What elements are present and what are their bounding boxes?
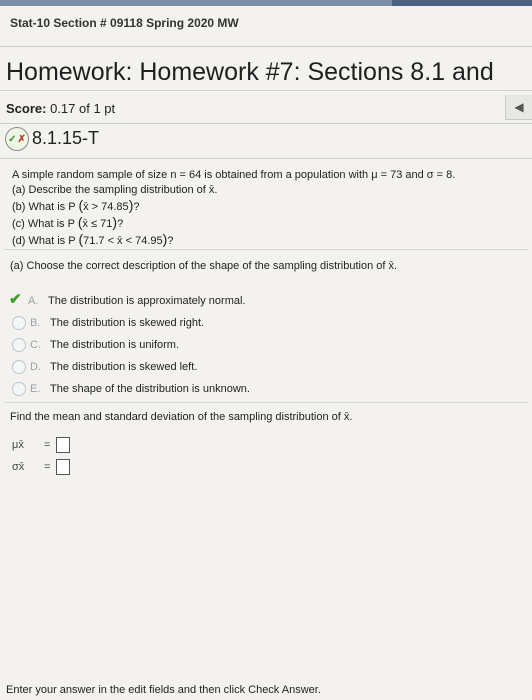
radio-button[interactable] [12, 360, 26, 374]
footer-instruction: Enter your answer in the edit fields and… [6, 684, 321, 696]
mean-answer-row: μx̄ = [12, 437, 71, 453]
choice-a[interactable]: ✔ A. The distribution is approximately n… [9, 290, 250, 312]
equals-sign: = [44, 439, 51, 451]
problem-part-c: (c) What is P (x̄ ≤ 71)? [12, 214, 124, 231]
previous-question-button[interactable]: ◀ [505, 95, 532, 120]
find-mean-sd-prompt: Find the mean and standard deviation of … [10, 411, 353, 423]
problem-part-b: (b) What is P (x̄ > 74.85)? [12, 197, 140, 214]
score-value: 0.17 of 1 pt [50, 101, 116, 116]
problem-statement: A simple random sample of size n = 64 is… [12, 168, 517, 249]
score-label: Score: [6, 101, 47, 116]
choice-list: ✔ A. The distribution is approximately n… [9, 290, 250, 400]
partial-credit-icon: ✓ ✗ [5, 127, 29, 151]
score-display: Score: 0.17 of 1 pt [6, 101, 115, 116]
question-number: 8.1.15-T [32, 128, 100, 148]
sd-answer-row: σx̄ = [12, 459, 71, 475]
mean-answer-input[interactable] [56, 437, 71, 453]
browser-top-strip [0, 0, 532, 6]
radio-button[interactable] [12, 316, 26, 330]
divider [4, 402, 528, 403]
choice-e[interactable]: E. The shape of the distribution is unkn… [12, 378, 250, 400]
choice-d[interactable]: D. The distribution is skewed left. [12, 356, 250, 378]
divider [0, 123, 532, 124]
part-a-prompt: (a) Choose the correct description of th… [10, 260, 398, 272]
choice-c[interactable]: C. The distribution is uniform. [12, 334, 250, 356]
divider [0, 90, 532, 91]
mean-symbol: μx̄ [12, 439, 24, 451]
divider [0, 46, 532, 47]
course-title: Stat-10 Section # 09118 Spring 2020 MW [10, 16, 239, 30]
radio-button[interactable] [12, 338, 26, 352]
homework-title: Homework: Homework #7: Sections 8.1 and [6, 58, 494, 86]
sd-symbol: σx̄ [12, 461, 25, 473]
divider [0, 158, 532, 159]
choice-text: The distribution is approximately normal… [48, 295, 246, 307]
divider [4, 249, 528, 250]
choice-b[interactable]: B. The distribution is skewed right. [12, 312, 250, 334]
homework-screen: Stat-10 Section # 09118 Spring 2020 MW H… [0, 0, 532, 700]
choice-text: The distribution is uniform. [50, 339, 179, 351]
equals-sign: = [44, 461, 51, 473]
choice-text: The distribution is skewed left. [50, 361, 198, 373]
sd-answer-input[interactable] [56, 459, 71, 475]
radio-selected-check-icon[interactable]: ✔ [9, 291, 24, 308]
problem-part-d: (d) What is P (71.7 < x̄ < 74.95)? [12, 231, 174, 248]
problem-part-a: (a) Describe the sampling distribution o… [12, 184, 218, 196]
problem-intro: A simple random sample of size n = 64 is… [12, 169, 456, 181]
radio-button[interactable] [12, 382, 26, 396]
choice-text: The shape of the distribution is unknown… [50, 383, 250, 395]
chevron-left-icon: ◀ [514, 100, 524, 114]
choice-text: The distribution is skewed right. [50, 317, 205, 329]
